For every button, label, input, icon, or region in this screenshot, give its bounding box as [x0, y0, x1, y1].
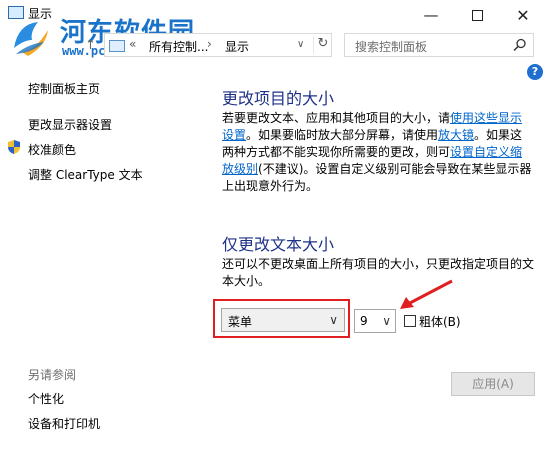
font-size-value: 9 — [360, 314, 368, 328]
help-icon[interactable]: ? — [527, 64, 543, 80]
search-box[interactable]: 搜索控制面板 — [344, 33, 534, 57]
up-button[interactable]: ↑ — [85, 38, 96, 53]
control-panel-icon — [109, 40, 125, 52]
breadcrumb-separator[interactable]: › — [207, 37, 212, 51]
para-text-1: 若要更改文本、应用和其他项目的大小，请 — [222, 111, 451, 125]
apply-button[interactable]: 应用(A) — [451, 372, 535, 396]
chevron-down-icon: ∨ — [329, 313, 338, 327]
bold-checkbox[interactable] — [404, 315, 416, 327]
maximize-icon — [471, 9, 483, 21]
close-button[interactable]: ✕ — [500, 0, 546, 30]
sidebar-item-cleartype[interactable]: 调整 ClearType 文本 — [28, 166, 143, 183]
item-select-value: 菜单 — [228, 315, 253, 329]
breadcrumb-all-control-panel[interactable]: 所有控制... — [149, 38, 208, 55]
address-bar[interactable]: « 所有控制... › 显示 ∨ ↻ — [104, 33, 332, 57]
annotation-arrow-icon — [400, 279, 453, 309]
sidebar-item-home[interactable]: 控制面板主页 — [28, 80, 100, 97]
sidebar-item-display-settings[interactable]: 更改显示器设置 — [28, 116, 112, 133]
minimize-button[interactable]: — — [408, 0, 454, 30]
bold-checkbox-label[interactable]: 粗体(B) — [419, 313, 461, 330]
see-also-heading: 另请参阅 — [28, 368, 77, 382]
item-select[interactable]: 菜单 ∨ — [221, 308, 345, 332]
sidebar-item-devices-printers[interactable]: 设备和打印机 — [28, 415, 100, 432]
search-icon[interactable] — [513, 38, 527, 52]
sidebar-item-calibrate-color[interactable]: 校准颜色 — [28, 141, 76, 158]
uac-shield-icon — [8, 140, 20, 154]
description-text-size: 还可以不更改桌面上所有项目的大小，只更改指定项目的文本大小。 — [222, 257, 535, 288]
breadcrumb-overflow[interactable]: « — [129, 37, 136, 51]
para-text-2: 。如果要临时放大部分屏幕，请使用 — [246, 128, 439, 142]
address-dropdown-icon[interactable]: ∨ — [297, 39, 304, 50]
heading-text-size: 仅更改文本大小 — [222, 235, 335, 254]
sidebar-item-personalize[interactable]: 个性化 — [28, 390, 64, 407]
search-input[interactable]: 搜索控制面板 — [355, 38, 427, 55]
maximize-button[interactable] — [454, 0, 500, 30]
chevron-down-icon: ∨ — [382, 314, 391, 328]
heading-change-size: 更改项目的大小 — [222, 89, 335, 108]
watermark-logo-icon — [14, 22, 48, 56]
para-text-4: (不建议)。设置自定义级别可能会导致在某些显示器上出现意外行为。 — [222, 162, 532, 193]
breadcrumb-display[interactable]: 显示 — [225, 38, 249, 55]
link-magnifier[interactable]: 放大镜 — [438, 128, 474, 142]
refresh-icon[interactable]: ↻ — [313, 36, 332, 54]
description-change-size: 若要更改文本、应用和其他项目的大小，请使用这些显示设置。如果要临时放大部分屏幕，… — [222, 110, 534, 195]
font-size-select[interactable]: 9 ∨ — [354, 309, 396, 333]
